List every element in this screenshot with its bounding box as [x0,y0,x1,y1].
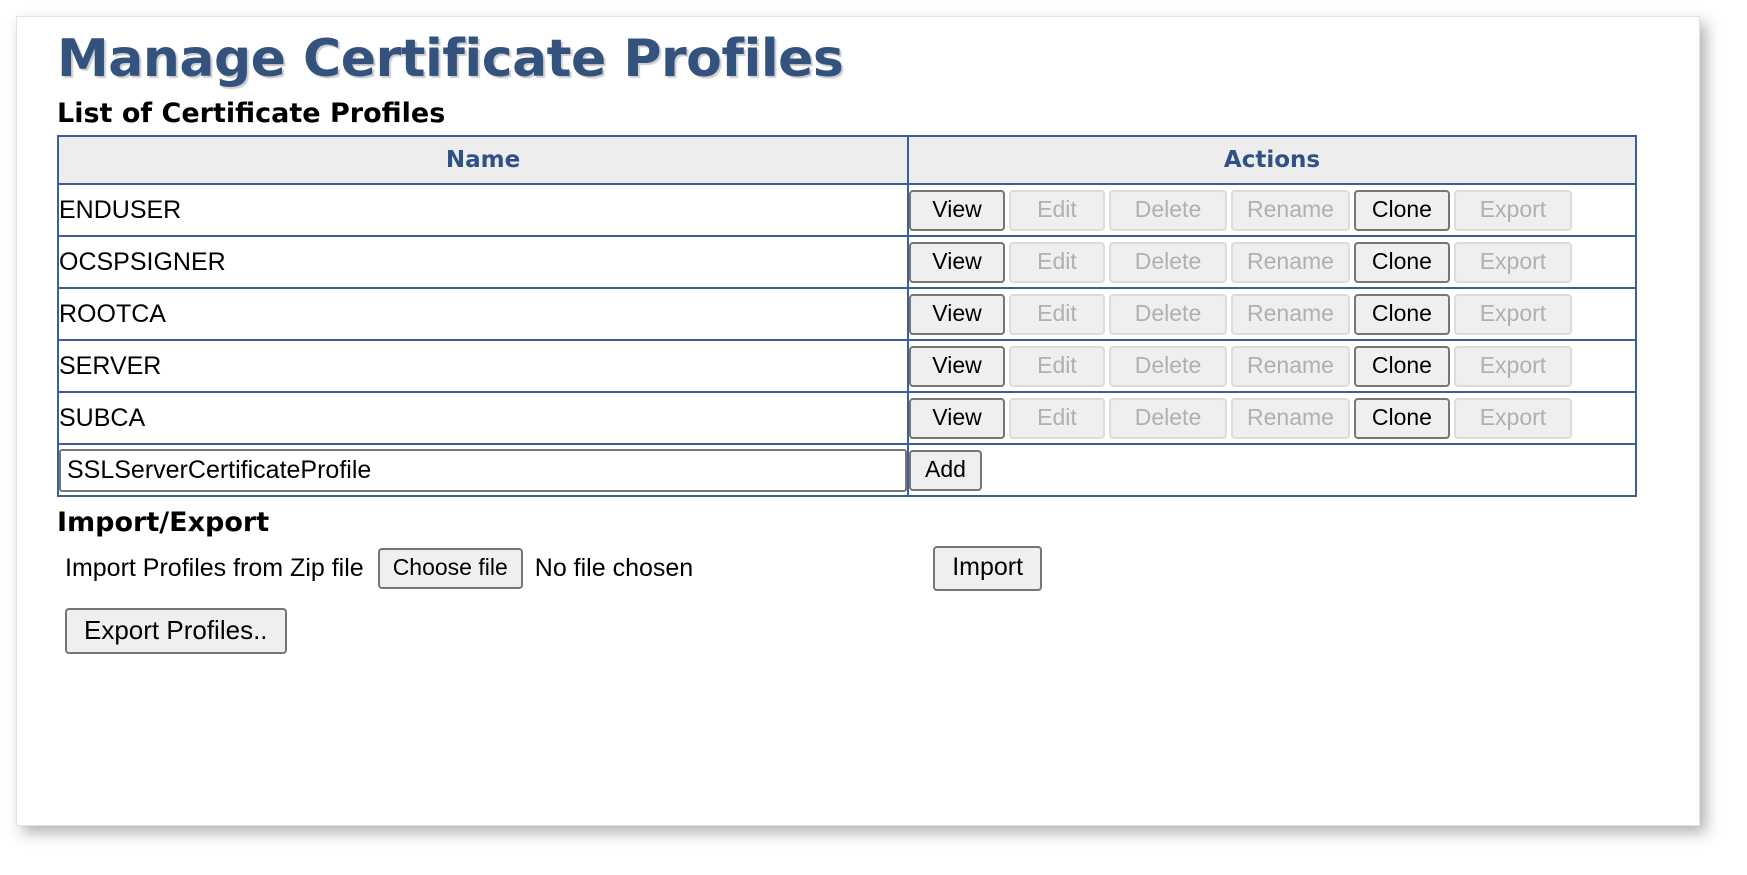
page-container: Manage Certificate Profiles List of Cert… [16,16,1700,826]
delete-button: Delete [1109,398,1227,439]
rename-button: Rename [1231,294,1350,335]
profile-name-cell: SERVER [58,340,908,392]
profile-actions-cell: ViewEditDeleteRenameCloneExport [908,340,1636,392]
profile-name-cell: SUBCA [58,392,908,444]
export-row: Export Profiles.. [65,608,1699,654]
rename-button: Rename [1231,242,1350,283]
profile-name-cell: ROOTCA [58,288,908,340]
add-profile-row: Add [58,444,1636,496]
import-row: Import Profiles from Zip file Choose fil… [57,544,1699,592]
rename-button: Rename [1231,398,1350,439]
new-profile-name-input[interactable] [59,449,907,492]
add-profile-input-cell [58,444,908,496]
edit-button: Edit [1009,190,1105,231]
clone-button[interactable]: Clone [1354,190,1450,231]
profile-actions-cell: ViewEditDeleteRenameCloneExport [908,288,1636,340]
certificate-profiles-table: Name Actions ENDUSERViewEditDeleteRename… [57,135,1637,497]
page-inner: Manage Certificate Profiles List of Cert… [17,17,1699,654]
column-header-actions: Actions [908,136,1636,184]
import-label: Import Profiles from Zip file [65,554,364,583]
table-row: OCSPSIGNERViewEditDeleteRenameCloneExpor… [58,236,1636,288]
import-button-wrap: Import [933,546,1042,591]
rename-button: Rename [1231,190,1350,231]
delete-button: Delete [1109,242,1227,283]
export-button: Export [1454,190,1572,231]
clone-button[interactable]: Clone [1354,294,1450,335]
table-row: SERVERViewEditDeleteRenameCloneExport [58,340,1636,392]
export-button: Export [1454,294,1572,335]
column-header-name: Name [58,136,908,184]
table-row: ROOTCAViewEditDeleteRenameCloneExport [58,288,1636,340]
export-button: Export [1454,346,1572,387]
import-export-heading: Import/Export [57,507,1699,538]
delete-button: Delete [1109,346,1227,387]
edit-button: Edit [1009,242,1105,283]
view-button[interactable]: View [909,346,1005,387]
page-title: Manage Certificate Profiles [57,31,1699,88]
clone-button[interactable]: Clone [1354,346,1450,387]
clone-button[interactable]: Clone [1354,398,1450,439]
profile-actions-cell: ViewEditDeleteRenameCloneExport [908,392,1636,444]
delete-button: Delete [1109,190,1227,231]
clone-button[interactable]: Clone [1354,242,1450,283]
export-profiles-button[interactable]: Export Profiles.. [65,608,287,654]
list-section-heading: List of Certificate Profiles [57,98,1699,129]
rename-button: Rename [1231,346,1350,387]
table-row: ENDUSERViewEditDeleteRenameCloneExport [58,184,1636,236]
delete-button: Delete [1109,294,1227,335]
add-profile-button-cell: Add [908,444,1636,496]
view-button[interactable]: View [909,294,1005,335]
export-button: Export [1454,398,1572,439]
view-button[interactable]: View [909,190,1005,231]
profile-actions-cell: ViewEditDeleteRenameCloneExport [908,184,1636,236]
view-button[interactable]: View [909,398,1005,439]
view-button[interactable]: View [909,242,1005,283]
profile-name-cell: ENDUSER [58,184,908,236]
export-button: Export [1454,242,1572,283]
table-body: ENDUSERViewEditDeleteRenameCloneExportOC… [58,184,1636,496]
choose-file-button[interactable]: Choose file [378,548,523,589]
edit-button: Edit [1009,294,1105,335]
file-status-text: No file chosen [535,554,693,583]
edit-button: Edit [1009,346,1105,387]
file-picker: Choose file No file chosen [378,548,694,589]
import-button[interactable]: Import [933,546,1042,591]
profile-actions-cell: ViewEditDeleteRenameCloneExport [908,236,1636,288]
table-header-row: Name Actions [58,136,1636,184]
edit-button: Edit [1009,398,1105,439]
add-button[interactable]: Add [909,450,982,491]
table-head: Name Actions [58,136,1636,184]
profile-name-cell: OCSPSIGNER [58,236,908,288]
table-row: SUBCAViewEditDeleteRenameCloneExport [58,392,1636,444]
